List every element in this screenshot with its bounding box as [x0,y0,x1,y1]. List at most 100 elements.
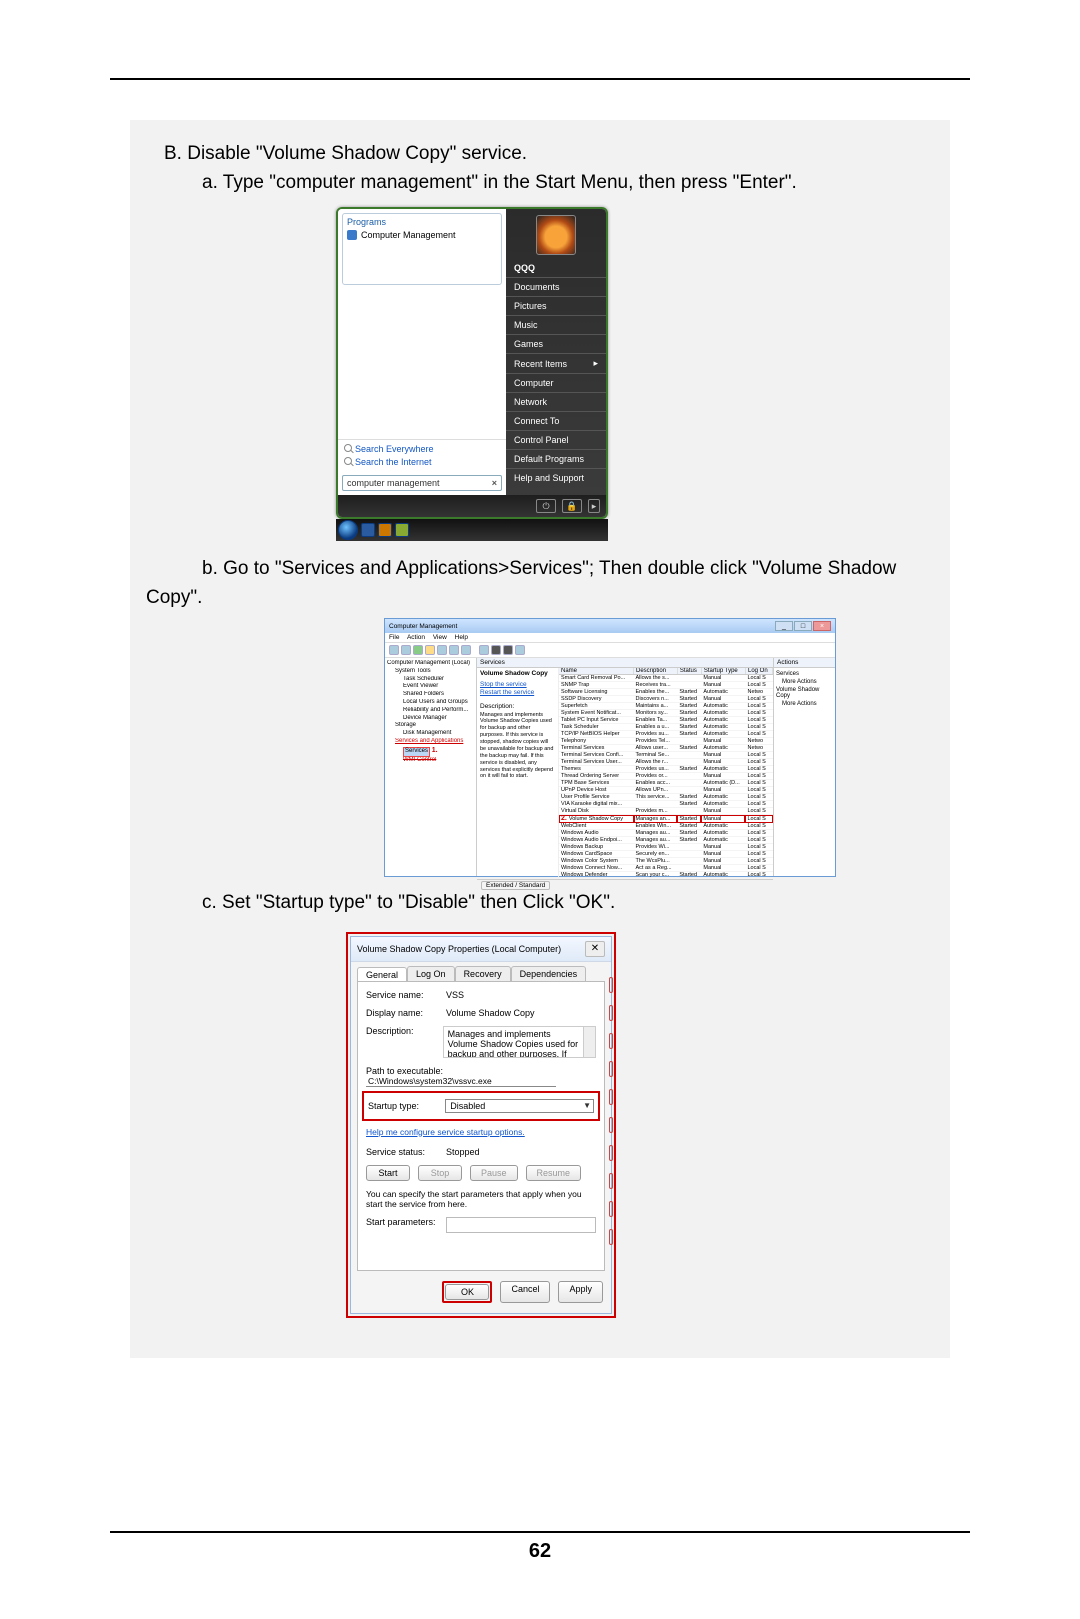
table-row[interactable]: ThemesProvides us...StartedAutomaticLoca… [559,766,773,773]
menu-file[interactable]: File [389,634,399,641]
forward-icon[interactable] [401,645,411,655]
tree-item[interactable]: Disk Management [387,730,474,738]
table-row[interactable]: Terminal Services Confi...Terminal Se...… [559,752,773,759]
start-orb-icon[interactable] [338,520,358,540]
tree-item[interactable]: Device Manager [387,715,474,723]
right-item[interactable]: Documents [506,277,606,296]
program-item-computer-management[interactable]: Computer Management [347,230,497,240]
start-parameters-input[interactable] [446,1217,596,1233]
table-row[interactable]: Windows DefenderScan your c...StartedAut… [559,872,773,879]
taskbar-item[interactable] [378,523,392,537]
pause-button[interactable]: Pause [470,1165,518,1181]
table-row[interactable]: TPM Base ServicesEnables acc...Automatic… [559,780,773,787]
table-row[interactable]: SSDP DiscoveryDiscovers n...StartedManua… [559,696,773,703]
table-row[interactable]: Windows Color SystemThe WcsPlu...ManualL… [559,858,773,865]
tab-dependencies[interactable]: Dependencies [511,966,587,981]
description-box[interactable]: Manages and implements Volume Shadow Cop… [443,1026,596,1058]
right-item[interactable]: Control Panel [506,430,606,449]
actions-item[interactable]: More Actions [776,700,833,708]
tree-item[interactable]: Reliability and Perform... [387,707,474,715]
table-row[interactable]: TelephonyProvides Tel...ManualNetwo [559,738,773,745]
tree-item[interactable]: Shared Folders [387,691,474,699]
clear-search-icon[interactable]: × [492,478,497,488]
table-row[interactable]: Smart Card Removal Po...Allows the s...M… [559,675,773,682]
table-row[interactable]: Windows CardSpaceSecurely en...ManualLoc… [559,851,773,858]
back-icon[interactable] [389,645,399,655]
menu-view[interactable]: View [433,634,447,641]
table-row[interactable]: 2.Volume Shadow CopyManages an...Started… [559,815,773,823]
right-item[interactable]: Pictures [506,296,606,315]
power-button[interactable]: ⏻ [536,499,556,513]
tree-item[interactable]: Task Scheduler [387,676,474,684]
right-item[interactable]: Connect To [506,411,606,430]
restart-service-link[interactable]: Restart the service [480,689,555,697]
start-button[interactable]: Start [366,1165,410,1181]
table-row[interactable]: WebClientEnables Win...StartedAutomaticL… [559,823,773,830]
table-row[interactable]: Windows Audio Endpoi...Manages au...Star… [559,837,773,844]
close-button[interactable]: × [813,621,831,631]
tab-recovery[interactable]: Recovery [455,966,511,981]
help-link[interactable]: Help me configure service startup option… [366,1127,525,1137]
tree-root[interactable]: Computer Management (Local) [387,660,474,668]
right-item[interactable]: Recent Items▸ [506,353,606,373]
search-internet-link[interactable]: Search the Internet [344,457,500,467]
taskbar-item[interactable] [361,523,375,537]
table-row[interactable]: UPnP Device HostAllows UPn...ManualLocal… [559,787,773,794]
user-name[interactable]: QQQ [506,259,606,277]
tree-storage[interactable]: Storage [387,722,474,730]
tab-logon[interactable]: Log On [407,966,455,981]
table-row[interactable]: SuperfetchMaintains a...StartedAutomatic… [559,703,773,710]
tree-item[interactable]: Local Users and Groups [387,699,474,707]
table-row[interactable]: VIA Karaoke digital mix...StartedAutomat… [559,801,773,808]
menu-action[interactable]: Action [407,634,425,641]
restart-service-icon[interactable] [515,645,525,655]
scrollbar[interactable] [583,1027,595,1057]
properties-icon[interactable] [425,645,435,655]
menu-help[interactable]: Help [455,634,468,641]
table-row[interactable]: Windows AudioManages au...StartedAutomat… [559,830,773,837]
minimize-button[interactable]: _ [775,621,793,631]
start-search-input[interactable]: computer management × [342,475,502,491]
tab-general[interactable]: General [357,967,407,982]
refresh-icon[interactable] [437,645,447,655]
resume-button[interactable]: Resume [526,1165,582,1181]
stop-service-icon[interactable] [491,645,501,655]
help-icon[interactable] [461,645,471,655]
right-item[interactable]: Computer [506,373,606,392]
pause-service-icon[interactable] [503,645,513,655]
services-table[interactable]: Name Description Status Startup Type Log… [559,668,773,879]
table-row[interactable]: User Profile ServiceThis service...Start… [559,794,773,801]
shutdown-options-arrow[interactable]: ▸ [588,499,600,513]
taskbar-item[interactable] [395,523,409,537]
table-row[interactable]: Windows Connect Now...Act as a Reg...Man… [559,865,773,872]
tree-system-tools[interactable]: System Tools [387,668,474,676]
maximize-button[interactable]: □ [794,621,812,631]
table-row[interactable]: Windows BackupProvides Wi...ManualLocal … [559,844,773,851]
right-item[interactable]: Games [506,334,606,353]
table-row[interactable]: Tablet PC Input ServiceEnables Ta...Star… [559,717,773,724]
start-service-icon[interactable] [479,645,489,655]
table-row[interactable]: System Event Notificat...Monitors sy...S… [559,710,773,717]
table-row[interactable]: Software LicensingEnables the...StartedA… [559,689,773,696]
navigation-tree[interactable]: Computer Management (Local) System Tools… [385,658,477,876]
tree-item[interactable]: Event Viewer [387,683,474,691]
right-item[interactable]: Help and Support [506,468,606,487]
table-row[interactable]: Terminal Services User...Allows the r...… [559,759,773,766]
tree-wmi[interactable]: WMI Control [387,757,474,765]
right-item[interactable]: Default Programs [506,449,606,468]
apply-button[interactable]: Apply [558,1281,603,1303]
ok-button[interactable]: OK [445,1284,489,1300]
table-row[interactable]: Terminal ServicesAllows user...StartedAu… [559,745,773,752]
startup-type-select[interactable]: Disabled [445,1099,594,1113]
table-row[interactable]: Virtual DiskProvides m...ManualLocal S [559,808,773,815]
table-row[interactable]: Task SchedulerEnables a u...StartedAutom… [559,724,773,731]
up-icon[interactable] [413,645,423,655]
cancel-button[interactable]: Cancel [500,1281,550,1303]
tree-services-apps[interactable]: Services and Applications [387,738,474,746]
actions-item[interactable]: Services [776,670,833,678]
search-everywhere-link[interactable]: Search Everywhere [344,444,500,454]
stop-button[interactable]: Stop [418,1165,462,1181]
table-row[interactable]: TCP/IP NetBIOS HelperProvides su...Start… [559,731,773,738]
right-item[interactable]: Music [506,315,606,334]
lock-button[interactable]: 🔒 [562,499,582,513]
